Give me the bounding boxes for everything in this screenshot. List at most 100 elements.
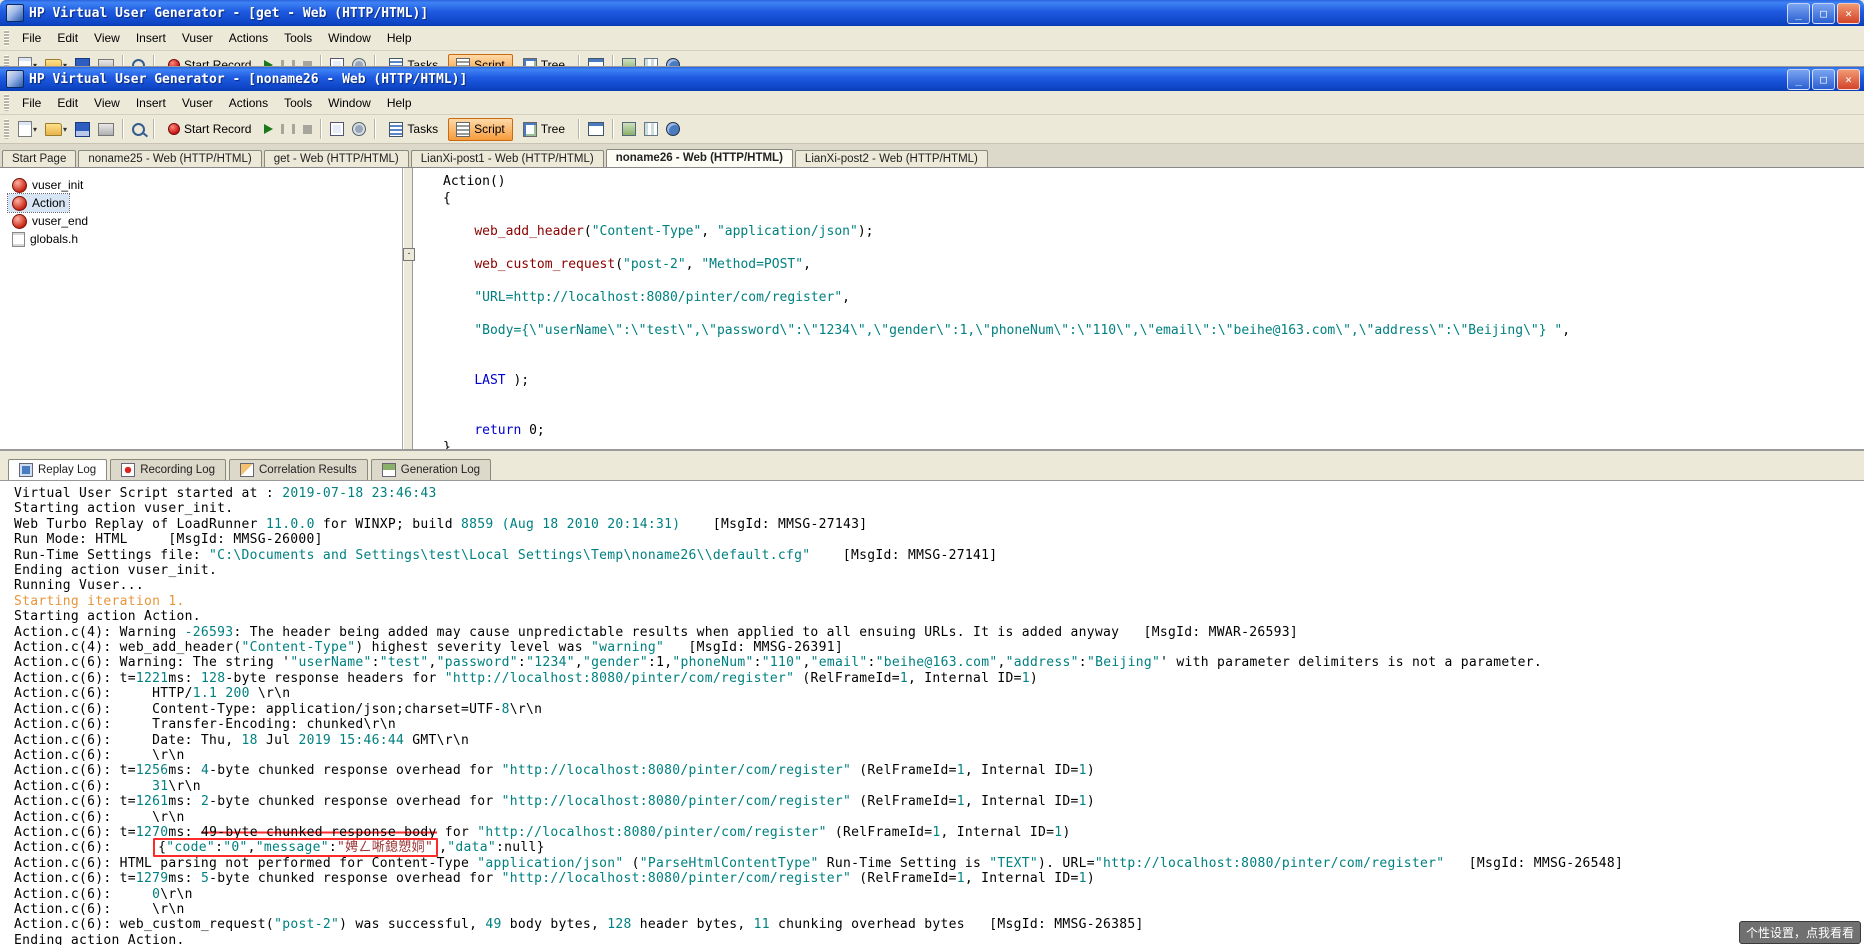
menu-help[interactable]: Help bbox=[379, 94, 420, 112]
log-line: Action.c(6): \r\n bbox=[14, 748, 1864, 763]
tab-replay-log[interactable]: Replay Log bbox=[8, 459, 108, 480]
code-editor[interactable]: Action(){ web_add_header("Content-Type",… bbox=[413, 168, 1864, 449]
menu-help[interactable]: Help bbox=[379, 29, 420, 47]
runtime-settings-icon[interactable] bbox=[348, 118, 370, 140]
toolbar-grip[interactable] bbox=[4, 119, 9, 139]
help-icon[interactable] bbox=[662, 118, 684, 140]
show-grid-icon[interactable] bbox=[640, 54, 662, 66]
menu-actions[interactable]: Actions bbox=[221, 29, 276, 47]
tab-recording-log[interactable]: Recording Log bbox=[110, 459, 226, 480]
new-script-icon[interactable]: ▾ bbox=[14, 117, 41, 141]
tab-get-web-http-html-[interactable]: get - Web (HTTP/HTML) bbox=[263, 150, 409, 167]
text-segment: :null} bbox=[495, 840, 545, 856]
text-segment: 2 bbox=[200, 794, 210, 810]
menu-tools[interactable]: Tools bbox=[276, 94, 320, 112]
snapshot-pane-icon[interactable] bbox=[584, 54, 608, 66]
print-icon[interactable] bbox=[94, 55, 118, 66]
close-button[interactable] bbox=[1837, 2, 1860, 24]
tasks-button[interactable]: Tasks bbox=[381, 54, 446, 66]
print-icon[interactable] bbox=[94, 119, 118, 140]
splitter[interactable]: - bbox=[403, 168, 415, 449]
popup-tip[interactable]: 个性设置，点我看看 bbox=[1739, 921, 1861, 944]
tree-item-action[interactable]: Action bbox=[6, 193, 71, 213]
help-icon[interactable] bbox=[662, 54, 684, 66]
menu-view[interactable]: View bbox=[86, 29, 128, 47]
script-view-button[interactable]: Script bbox=[448, 117, 513, 141]
minimize-button[interactable] bbox=[1787, 68, 1810, 90]
save-icon[interactable] bbox=[71, 54, 94, 66]
compile-icon[interactable] bbox=[326, 118, 348, 140]
menubar-grip[interactable] bbox=[4, 29, 9, 47]
save-icon[interactable] bbox=[71, 118, 94, 141]
text-segment: Action.c(6): Transfer-Encoding: chunked\… bbox=[14, 717, 396, 733]
runtime-settings-icon[interactable] bbox=[348, 54, 370, 66]
stop-icon[interactable] bbox=[299, 57, 316, 66]
text-segment: ) bbox=[1029, 670, 1039, 686]
start-record-button[interactable]: Start Record bbox=[160, 118, 259, 140]
tab-lianxi-post2-web-http-html-[interactable]: LianXi-post2 - Web (HTTP/HTML) bbox=[794, 150, 988, 167]
show-grid-icon[interactable] bbox=[640, 118, 662, 140]
menubar-grip[interactable] bbox=[4, 94, 9, 111]
maximize-button[interactable] bbox=[1812, 68, 1835, 90]
menu-edit[interactable]: Edit bbox=[49, 94, 86, 112]
search-icon[interactable] bbox=[128, 55, 149, 66]
text-segment: : bbox=[1078, 655, 1087, 671]
run-icon[interactable] bbox=[260, 120, 277, 138]
log-line: Action.c(6): Date: Thu, 18 Jul 2019 15:4… bbox=[14, 733, 1864, 748]
toolbar-grip[interactable] bbox=[4, 55, 9, 66]
start-record-button[interactable]: Start Record bbox=[160, 54, 259, 66]
text-segment: 1 bbox=[1078, 794, 1087, 810]
pause-icon[interactable] bbox=[277, 56, 299, 66]
tree-view-button[interactable]: Tree bbox=[515, 118, 573, 141]
text-segment: Action.c(6): bbox=[14, 840, 153, 856]
tree-item-vuser-end[interactable]: vuser_end bbox=[8, 212, 92, 230]
tab-lianxi-post1-web-http-html-[interactable]: LianXi-post1 - Web (HTTP/HTML) bbox=[410, 150, 604, 167]
tab-noname26-web-http-html-[interactable]: noname26 - Web (HTTP/HTML) bbox=[605, 149, 793, 167]
new-script-icon[interactable]: ▾ bbox=[14, 53, 41, 66]
tree-item-globals-h[interactable]: globals.h bbox=[8, 230, 82, 248]
tree-item-vuser-init[interactable]: vuser_init bbox=[8, 176, 87, 194]
tasks-button[interactable]: Tasks bbox=[381, 118, 446, 141]
menu-window[interactable]: Window bbox=[320, 94, 379, 112]
open-icon[interactable]: ▾ bbox=[41, 119, 71, 140]
test-results-icon[interactable] bbox=[618, 54, 640, 66]
tab-start-page[interactable]: Start Page bbox=[2, 150, 77, 167]
menu-insert[interactable]: Insert bbox=[128, 94, 174, 112]
menu-vuser[interactable]: Vuser bbox=[174, 94, 221, 112]
record-icon bbox=[168, 59, 181, 66]
runtime-settings-icon bbox=[352, 58, 367, 66]
text-segment: Action.c(4): Warning bbox=[14, 624, 185, 640]
menu-insert[interactable]: Insert bbox=[128, 29, 174, 47]
titlebar-noname26[interactable]: HP Virtual User Generator - [noname26 - … bbox=[0, 67, 1864, 91]
replay-log[interactable]: Virtual User Script started at : 2019-07… bbox=[0, 481, 1864, 945]
menu-file[interactable]: File bbox=[14, 94, 49, 112]
snapshot-pane-icon[interactable] bbox=[584, 118, 608, 140]
close-button[interactable] bbox=[1837, 68, 1860, 90]
open-icon[interactable]: ▾ bbox=[41, 55, 71, 66]
titlebar-get[interactable]: HP Virtual User Generator - [get - Web (… bbox=[0, 0, 1864, 26]
menu-file[interactable]: File bbox=[14, 29, 49, 47]
menu-actions[interactable]: Actions bbox=[221, 94, 276, 112]
dropdown-arrow-icon[interactable]: ▾ bbox=[33, 125, 37, 134]
menu-view[interactable]: View bbox=[86, 94, 128, 112]
tab-generation-log[interactable]: Generation Log bbox=[370, 459, 492, 480]
maximize-button[interactable] bbox=[1812, 2, 1835, 24]
tab-correlation-results[interactable]: Correlation Results bbox=[229, 459, 368, 480]
menu-tools[interactable]: Tools bbox=[276, 29, 320, 47]
tab-noname25-web-http-html-[interactable]: noname25 - Web (HTTP/HTML) bbox=[78, 150, 262, 167]
collapse-handle-icon[interactable]: - bbox=[403, 248, 415, 261]
text-segment: 1 bbox=[1078, 763, 1087, 779]
minimize-button[interactable] bbox=[1787, 2, 1810, 24]
pause-icon[interactable] bbox=[277, 120, 299, 138]
test-results-icon[interactable] bbox=[618, 118, 640, 140]
search-icon[interactable] bbox=[128, 119, 149, 140]
compile-icon[interactable] bbox=[326, 54, 348, 66]
menu-vuser[interactable]: Vuser bbox=[174, 29, 221, 47]
menu-edit[interactable]: Edit bbox=[49, 29, 86, 47]
stop-icon[interactable] bbox=[299, 121, 316, 138]
run-icon[interactable] bbox=[260, 56, 277, 66]
tree-view-button[interactable]: Tree bbox=[515, 54, 573, 66]
menu-window[interactable]: Window bbox=[320, 29, 379, 47]
dropdown-arrow-icon[interactable]: ▾ bbox=[63, 125, 67, 134]
script-view-button[interactable]: Script bbox=[448, 53, 513, 66]
